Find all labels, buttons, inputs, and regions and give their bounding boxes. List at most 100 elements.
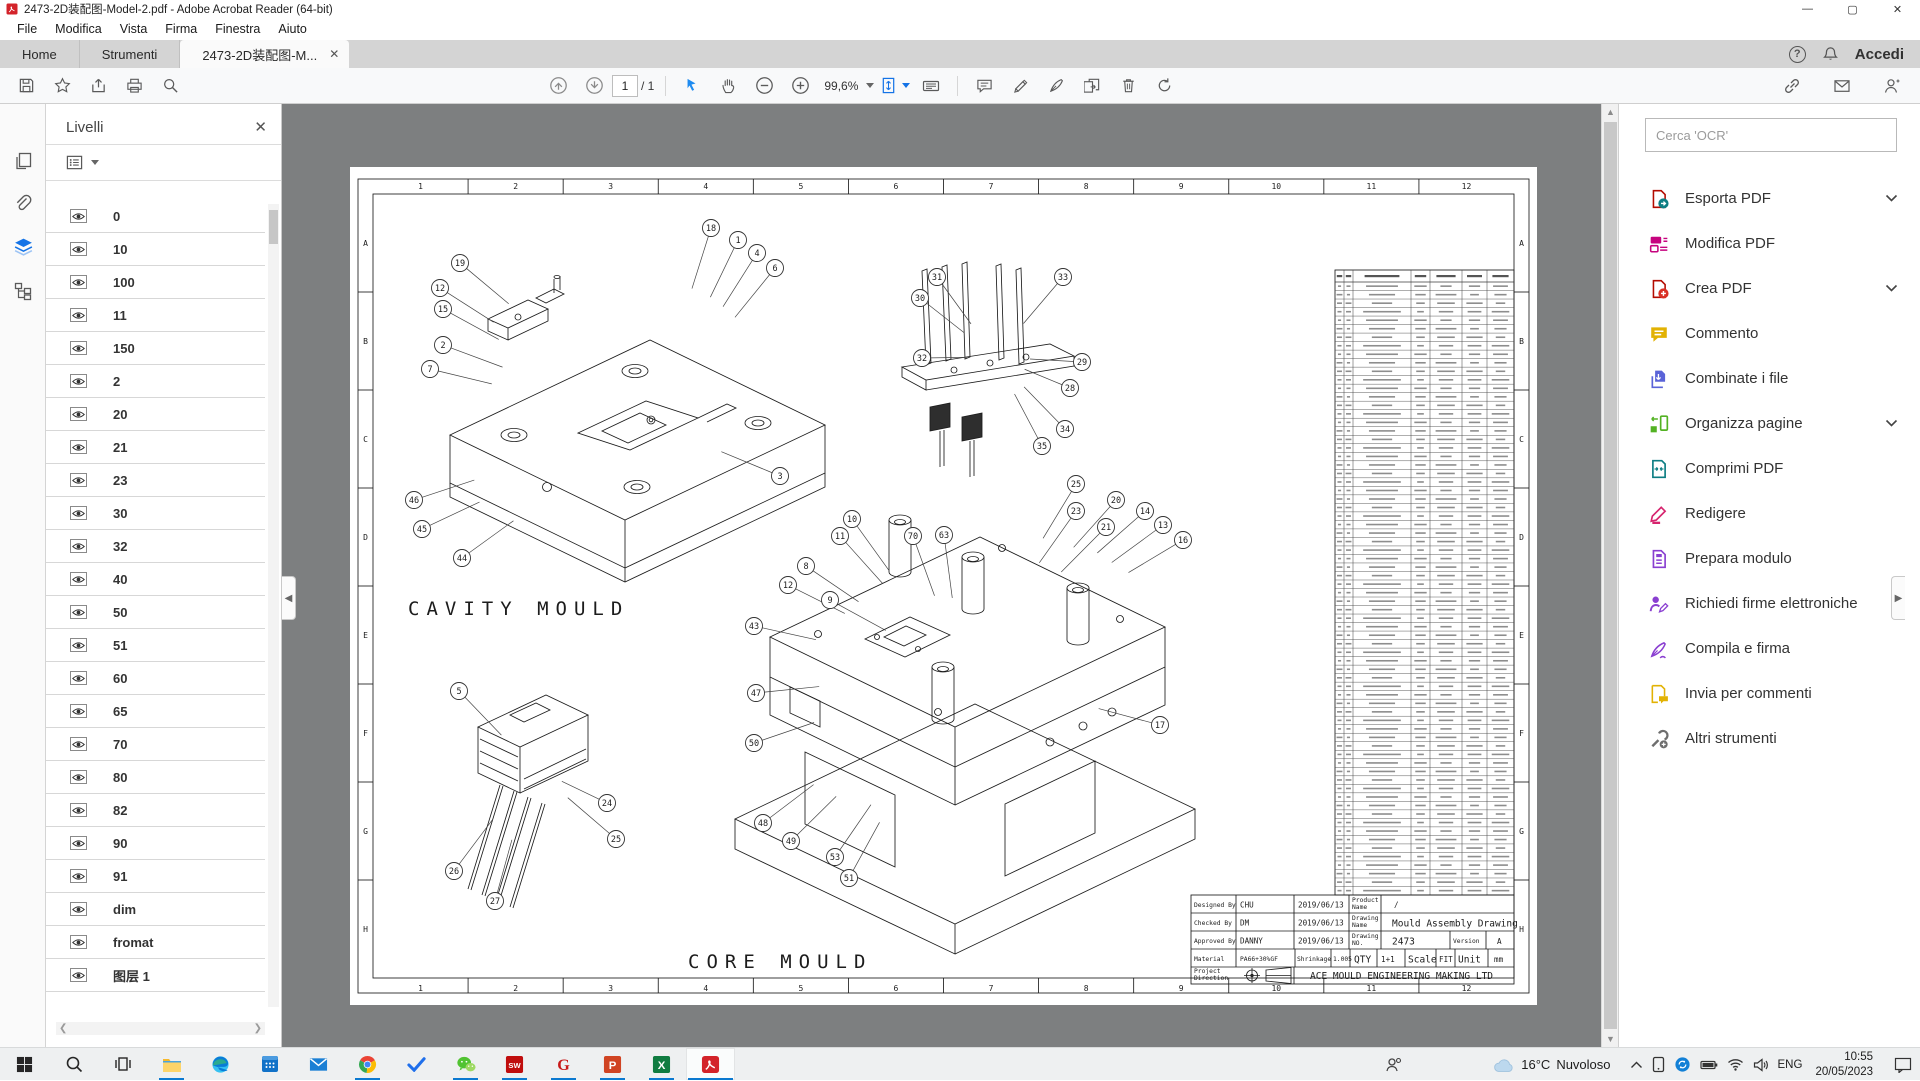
bell-icon[interactable] [1822, 46, 1839, 63]
taskbar-file-explorer-button[interactable] [147, 1048, 196, 1080]
layer-row[interactable]: 90 [46, 827, 265, 860]
tool-item-richiedi-firme-elettroniche[interactable]: Richiedi firme elettroniche [1619, 581, 1920, 626]
action-center-icon[interactable] [1894, 1057, 1912, 1073]
layer-row[interactable]: 91 [46, 860, 265, 893]
rotate-pages-button[interactable] [1149, 72, 1179, 100]
tool-item-comprimi-pdf[interactable]: Comprimi PDF [1619, 446, 1920, 491]
zoom-out-button[interactable] [749, 72, 779, 100]
layers-horizontal-scrollbar[interactable]: ❮❯ [56, 1022, 265, 1035]
email-button[interactable] [1827, 72, 1857, 100]
layer-visibility-eye-icon[interactable] [70, 605, 87, 619]
layer-visibility-eye-icon[interactable] [70, 671, 87, 685]
profile-button[interactable] [1877, 72, 1907, 100]
link-share-button[interactable] [1777, 72, 1807, 100]
layer-row[interactable]: 2 [46, 365, 265, 398]
layer-row[interactable]: 50 [46, 596, 265, 629]
layer-row[interactable]: 23 [46, 464, 265, 497]
weather-widget[interactable]: 16°C Nuvoloso [1493, 1057, 1610, 1073]
previous-page-button[interactable] [543, 72, 573, 100]
page-thumbnails-icon[interactable] [8, 146, 38, 176]
layer-visibility-eye-icon[interactable] [70, 902, 87, 916]
tab-document[interactable]: 2473-2D装配图-M... ✕ [180, 40, 349, 68]
layer-visibility-eye-icon[interactable] [70, 539, 87, 553]
tool-item-esporta-pdf[interactable]: Esporta PDF [1619, 176, 1920, 221]
scrollbar-thumb[interactable] [1604, 122, 1617, 1029]
taskbar-g-app-button[interactable]: G [539, 1048, 588, 1080]
layer-row[interactable]: 21 [46, 431, 265, 464]
tool-item-compila-e-firma[interactable]: Compila e firma [1619, 626, 1920, 671]
layer-visibility-eye-icon[interactable] [70, 968, 87, 982]
layer-visibility-eye-icon[interactable] [70, 308, 87, 322]
taskbar-wechat-button[interactable] [441, 1048, 490, 1080]
taskbar-edge-button[interactable] [196, 1048, 245, 1080]
layer-row[interactable]: dim [46, 893, 265, 926]
layer-visibility-eye-icon[interactable] [70, 572, 87, 586]
print-button[interactable] [119, 72, 149, 100]
tool-item-commento[interactable]: Commento [1619, 311, 1920, 356]
layer-visibility-eye-icon[interactable] [70, 209, 87, 223]
language-indicator[interactable]: ENG [1778, 1059, 1803, 1071]
volume-icon[interactable] [1753, 1058, 1769, 1072]
tool-item-altri-strumenti[interactable]: Altri strumenti [1619, 716, 1920, 761]
save-button[interactable] [11, 72, 41, 100]
layer-visibility-eye-icon[interactable] [70, 638, 87, 652]
layers-options-button[interactable] [46, 145, 281, 181]
layer-row[interactable]: 100 [46, 266, 265, 299]
star-button[interactable] [47, 72, 77, 100]
layers-vertical-scrollbar[interactable] [268, 204, 279, 1007]
sign-in-button[interactable]: Accedi [1855, 46, 1904, 63]
comment-tool-button[interactable] [969, 72, 999, 100]
tool-item-organizza-pagine[interactable]: Organizza pagine [1619, 401, 1920, 446]
tool-item-redigere[interactable]: Redigere [1619, 491, 1920, 536]
taskbar-acrobat-button[interactable] [686, 1048, 735, 1080]
menu-item-firma[interactable]: Firma [156, 20, 206, 38]
layer-row[interactable]: 70 [46, 728, 265, 761]
zoom-in-button[interactable] [785, 72, 815, 100]
menu-item-modifica[interactable]: Modifica [46, 20, 111, 38]
tab-home[interactable]: Home [0, 40, 80, 68]
fit-page-dropdown[interactable] [880, 72, 910, 100]
menu-item-aiuto[interactable]: Aiuto [269, 20, 316, 38]
taskbar-solidworks-button[interactable]: SW [490, 1048, 539, 1080]
find-button[interactable] [155, 72, 185, 100]
taskbar-mail-button[interactable] [294, 1048, 343, 1080]
tab-close-icon[interactable]: ✕ [329, 47, 339, 61]
chevron-down-icon[interactable] [1885, 191, 1898, 206]
layer-visibility-eye-icon[interactable] [70, 440, 87, 454]
people-icon[interactable] [1383, 1048, 1405, 1081]
taskbar-start-button[interactable] [0, 1048, 49, 1080]
taskbar-excel-button[interactable]: X [637, 1048, 686, 1080]
tool-item-crea-pdf[interactable]: Crea PDF [1619, 266, 1920, 311]
select-tool-button[interactable] [677, 72, 707, 100]
collapse-left-panel-button[interactable]: ◀ [282, 576, 296, 620]
document-vertical-scrollbar[interactable]: ▲ ▼ [1601, 104, 1618, 1047]
sync-icon[interactable] [1674, 1056, 1691, 1073]
layer-visibility-eye-icon[interactable] [70, 836, 87, 850]
tool-item-invia-per-commenti[interactable]: Invia per commenti [1619, 671, 1920, 716]
share-button[interactable] [83, 72, 113, 100]
tool-item-combinate-i-file[interactable]: Combinate i file [1619, 356, 1920, 401]
layer-visibility-eye-icon[interactable] [70, 473, 87, 487]
taskbar-search-button[interactable] [49, 1048, 98, 1080]
layer-row[interactable]: 60 [46, 662, 265, 695]
layer-row[interactable]: 10 [46, 233, 265, 266]
layer-row[interactable]: 40 [46, 563, 265, 596]
layer-visibility-eye-icon[interactable] [70, 803, 87, 817]
next-page-button[interactable] [579, 72, 609, 100]
taskbar-calendar-button[interactable] [245, 1048, 294, 1080]
taskbar-powerpoint-button[interactable]: P [588, 1048, 637, 1080]
zoom-level-dropdown[interactable]: 99,6% [821, 72, 874, 100]
attachments-icon[interactable] [8, 188, 38, 218]
reading-mode-button[interactable] [916, 72, 946, 100]
taskbar-task-view-button[interactable] [98, 1048, 147, 1080]
layer-row[interactable]: fromat [46, 926, 265, 959]
help-icon[interactable]: ? [1789, 46, 1806, 63]
layer-visibility-eye-icon[interactable] [70, 242, 87, 256]
layer-visibility-eye-icon[interactable] [70, 374, 87, 388]
layer-row[interactable]: 20 [46, 398, 265, 431]
layer-visibility-eye-icon[interactable] [70, 935, 87, 949]
chevron-down-icon[interactable] [1885, 281, 1898, 296]
layer-row[interactable]: 80 [46, 761, 265, 794]
scroll-down-icon[interactable]: ▼ [1602, 1031, 1619, 1047]
menu-item-file[interactable]: File [8, 20, 46, 38]
